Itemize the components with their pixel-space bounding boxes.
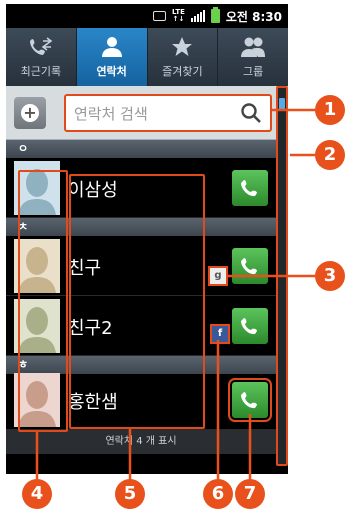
tab-label: 연락처 — [96, 65, 127, 78]
phone-icon — [241, 392, 257, 409]
signal-icon — [190, 10, 205, 22]
phone-screen: LTE ↑↓ 오전 8:30 최근기록 연락처 즐겨찾기 그룹 + 연락처 검색… — [6, 4, 288, 474]
contact-person-icon — [101, 35, 123, 59]
group-icon — [240, 35, 266, 59]
plus-icon: + — [21, 104, 39, 122]
phone-icon — [241, 258, 257, 275]
search-placeholder: 연락처 검색 — [74, 104, 148, 123]
call-button[interactable] — [228, 378, 272, 422]
status-time: 오전 8:30 — [225, 9, 282, 24]
status-bar: LTE ↑↓ 오전 8:30 — [6, 4, 288, 28]
tab-label: 즐겨찾기 — [162, 65, 203, 78]
avatar-highlight-box — [18, 170, 68, 432]
call-log-icon — [29, 35, 53, 59]
name-highlight-box — [69, 174, 205, 429]
index-scrollbar-thumb[interactable] — [279, 98, 285, 110]
phone-icon — [241, 318, 257, 335]
contact-count: 연락처 4 개 표시 — [6, 430, 276, 454]
call-button[interactable] — [232, 248, 268, 284]
call-button[interactable] — [232, 308, 268, 344]
search-icon[interactable] — [240, 102, 262, 128]
callout-1: 1 — [315, 95, 345, 125]
callout-3: 3 — [315, 261, 345, 291]
facebook-account-icon: f — [210, 324, 230, 344]
search-row: + 연락처 검색 — [6, 86, 288, 140]
callout-7: 7 — [235, 479, 265, 509]
tab-groups[interactable]: 그룹 — [218, 28, 288, 86]
tab-bar: 최근기록 연락처 즐겨찾기 그룹 — [6, 28, 288, 86]
index-scrollbar[interactable] — [276, 86, 288, 466]
image-notification-icon — [153, 11, 167, 21]
tab-label: 최근기록 — [20, 65, 62, 78]
callout-2: 2 — [315, 140, 345, 170]
lte-icon: LTE ↑↓ — [172, 8, 185, 23]
google-account-icon: g — [208, 266, 228, 286]
star-icon — [171, 35, 193, 59]
search-input[interactable]: 연락처 검색 — [64, 94, 272, 132]
phone-icon — [241, 180, 257, 197]
tab-favorites[interactable]: 즐겨찾기 — [148, 28, 219, 86]
add-contact-button[interactable]: + — [14, 97, 46, 129]
section-header: ㅇ — [6, 140, 276, 158]
tab-call-log[interactable]: 최근기록 — [6, 28, 77, 86]
callout-6: 6 — [203, 479, 233, 509]
callout-4: 4 — [22, 479, 52, 509]
battery-icon — [210, 7, 220, 23]
tab-label: 그룹 — [243, 65, 264, 78]
tab-contacts[interactable]: 연락처 — [76, 28, 148, 86]
callout-5: 5 — [115, 479, 145, 509]
call-button[interactable] — [232, 170, 268, 206]
